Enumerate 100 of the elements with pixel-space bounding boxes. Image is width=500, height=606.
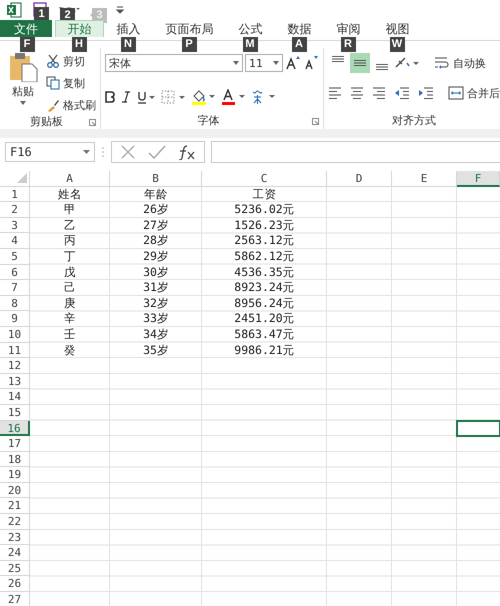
cancel-icon: [120, 144, 136, 160]
row-header[interactable]: 7: [0, 280, 30, 296]
table-cell-text: 26岁: [142, 202, 170, 218]
align-middle-icon: [353, 60, 367, 66]
row-header[interactable]: 10: [0, 326, 30, 343]
table-cell-text: 32岁: [142, 296, 170, 312]
save-icon: [32, 2, 48, 18]
caret-icon: [233, 61, 239, 65]
row-header[interactable]: 19: [0, 467, 30, 483]
table-cell-text: 31岁: [142, 280, 170, 296]
group-label: 字体: [196, 113, 220, 129]
row-header[interactable]: 2: [0, 202, 30, 218]
merge-cells-icon: [448, 86, 464, 100]
column-header[interactable]: A: [30, 171, 110, 187]
table-cell-text: 27岁: [142, 218, 170, 234]
decrease-indent-icon: [394, 86, 410, 100]
ribbon-tab[interactable]: 视图: [373, 20, 422, 37]
font-name-field[interactable]: 宋体: [105, 54, 243, 72]
underline-icon: [137, 90, 155, 104]
keytip: R: [340, 37, 356, 52]
table-cell-text: 5863.47元: [233, 326, 296, 343]
clipboard-icon: [8, 52, 38, 82]
row-header[interactable]: 14: [0, 389, 30, 405]
table-cell-text: 己: [63, 280, 77, 296]
row-header[interactable]: 21: [0, 498, 30, 514]
table-cell-text: 姓名: [57, 186, 83, 202]
merge-center-button[interactable]: 合并后: [448, 84, 500, 102]
column-header[interactable]: D: [327, 171, 392, 187]
ribbon-tab[interactable]: 数据: [275, 20, 324, 37]
format-painter-button[interactable]: 格式刷: [46, 96, 96, 114]
keytip: W: [390, 37, 404, 52]
ribbon-tab[interactable]: 插入: [104, 20, 153, 37]
table-cell-text: 癸: [63, 342, 77, 358]
excel-logo-icon: [6, 2, 22, 18]
borders-icon: [161, 90, 185, 104]
row-header[interactable]: 12: [0, 358, 30, 374]
ribbon-tab[interactable]: 页面布局: [153, 20, 226, 37]
table-cell-text: 4536.35元: [233, 264, 296, 280]
align-top-icon: [331, 56, 345, 62]
group-label: 对齐方式: [391, 113, 437, 129]
row-header[interactable]: 25: [0, 560, 30, 576]
row-header[interactable]: 5: [0, 248, 30, 265]
cut-button[interactable]: 剪切: [46, 52, 96, 70]
column-header[interactable]: C: [202, 171, 327, 187]
ribbon-tab[interactable]: 审阅: [324, 20, 373, 37]
table-cell-text: 5862.12元: [233, 248, 296, 265]
row-header[interactable]: 17: [0, 436, 30, 452]
align-middle-button[interactable]: [350, 53, 370, 73]
row-header[interactable]: 16: [0, 420, 30, 436]
paste-button[interactable]: 粘贴: [4, 52, 42, 114]
row-header[interactable]: 15: [0, 404, 30, 420]
row-header[interactable]: 3: [0, 218, 30, 234]
keytip: P: [182, 37, 196, 52]
table-cell-text: 29岁: [142, 248, 170, 265]
font-size-field[interactable]: 11: [245, 54, 283, 72]
table-cell-text: 甲: [63, 202, 77, 218]
table-cell-text: 年龄: [143, 186, 169, 202]
name-box[interactable]: F16: [5, 142, 95, 162]
column-header[interactable]: E: [392, 171, 457, 187]
formula-input[interactable]: [211, 141, 500, 163]
phonetic-guide-icon: [251, 89, 275, 105]
wrap-text-button[interactable]: 自动换: [434, 54, 486, 72]
grow-font-icon: [285, 55, 301, 71]
row-header[interactable]: 13: [0, 374, 30, 390]
row-header[interactable]: 9: [0, 311, 30, 327]
row-header[interactable]: 18: [0, 452, 30, 468]
customize-caret-icon: [116, 6, 124, 14]
row-header[interactable]: 22: [0, 514, 30, 530]
keytip: H: [72, 37, 86, 52]
align-center-icon: [350, 86, 364, 100]
column-header[interactable]: B: [110, 171, 202, 187]
ribbon-tab[interactable]: 公式: [226, 20, 275, 37]
row-header[interactable]: 20: [0, 482, 30, 498]
row-header[interactable]: 24: [0, 545, 30, 561]
row-header[interactable]: 8: [0, 296, 30, 312]
shrink-font-icon: [303, 55, 319, 71]
column-header[interactable]: F: [457, 171, 500, 187]
keytip: F: [20, 37, 34, 52]
row-header[interactable]: 1: [0, 186, 30, 202]
row-header[interactable]: 23: [0, 530, 30, 546]
copy-button[interactable]: 复制: [46, 74, 96, 92]
row-header[interactable]: 26: [0, 576, 30, 592]
active-cell[interactable]: [457, 420, 500, 436]
increase-indent-icon: [418, 86, 434, 100]
table-cell-text: 丙: [63, 233, 77, 249]
file-tab[interactable]: 文件: [0, 20, 52, 37]
table-cell-text: 34岁: [142, 326, 170, 343]
row-header[interactable]: 6: [0, 264, 30, 280]
ribbon-tab[interactable]: 开始: [55, 20, 104, 37]
table-cell-text: 工资: [252, 186, 278, 202]
wrap-text-icon: [434, 56, 450, 70]
row-header[interactable]: 11: [0, 342, 30, 358]
caret-icon: [83, 150, 90, 154]
table-cell-text: 35岁: [142, 342, 170, 358]
keytip: N: [120, 37, 136, 52]
table-cell-text: 丁: [63, 248, 77, 265]
align-bottom-icon: [375, 64, 389, 70]
bold-icon: [105, 91, 115, 103]
row-header[interactable]: 4: [0, 233, 30, 249]
table-cell-text: 33岁: [142, 311, 170, 327]
